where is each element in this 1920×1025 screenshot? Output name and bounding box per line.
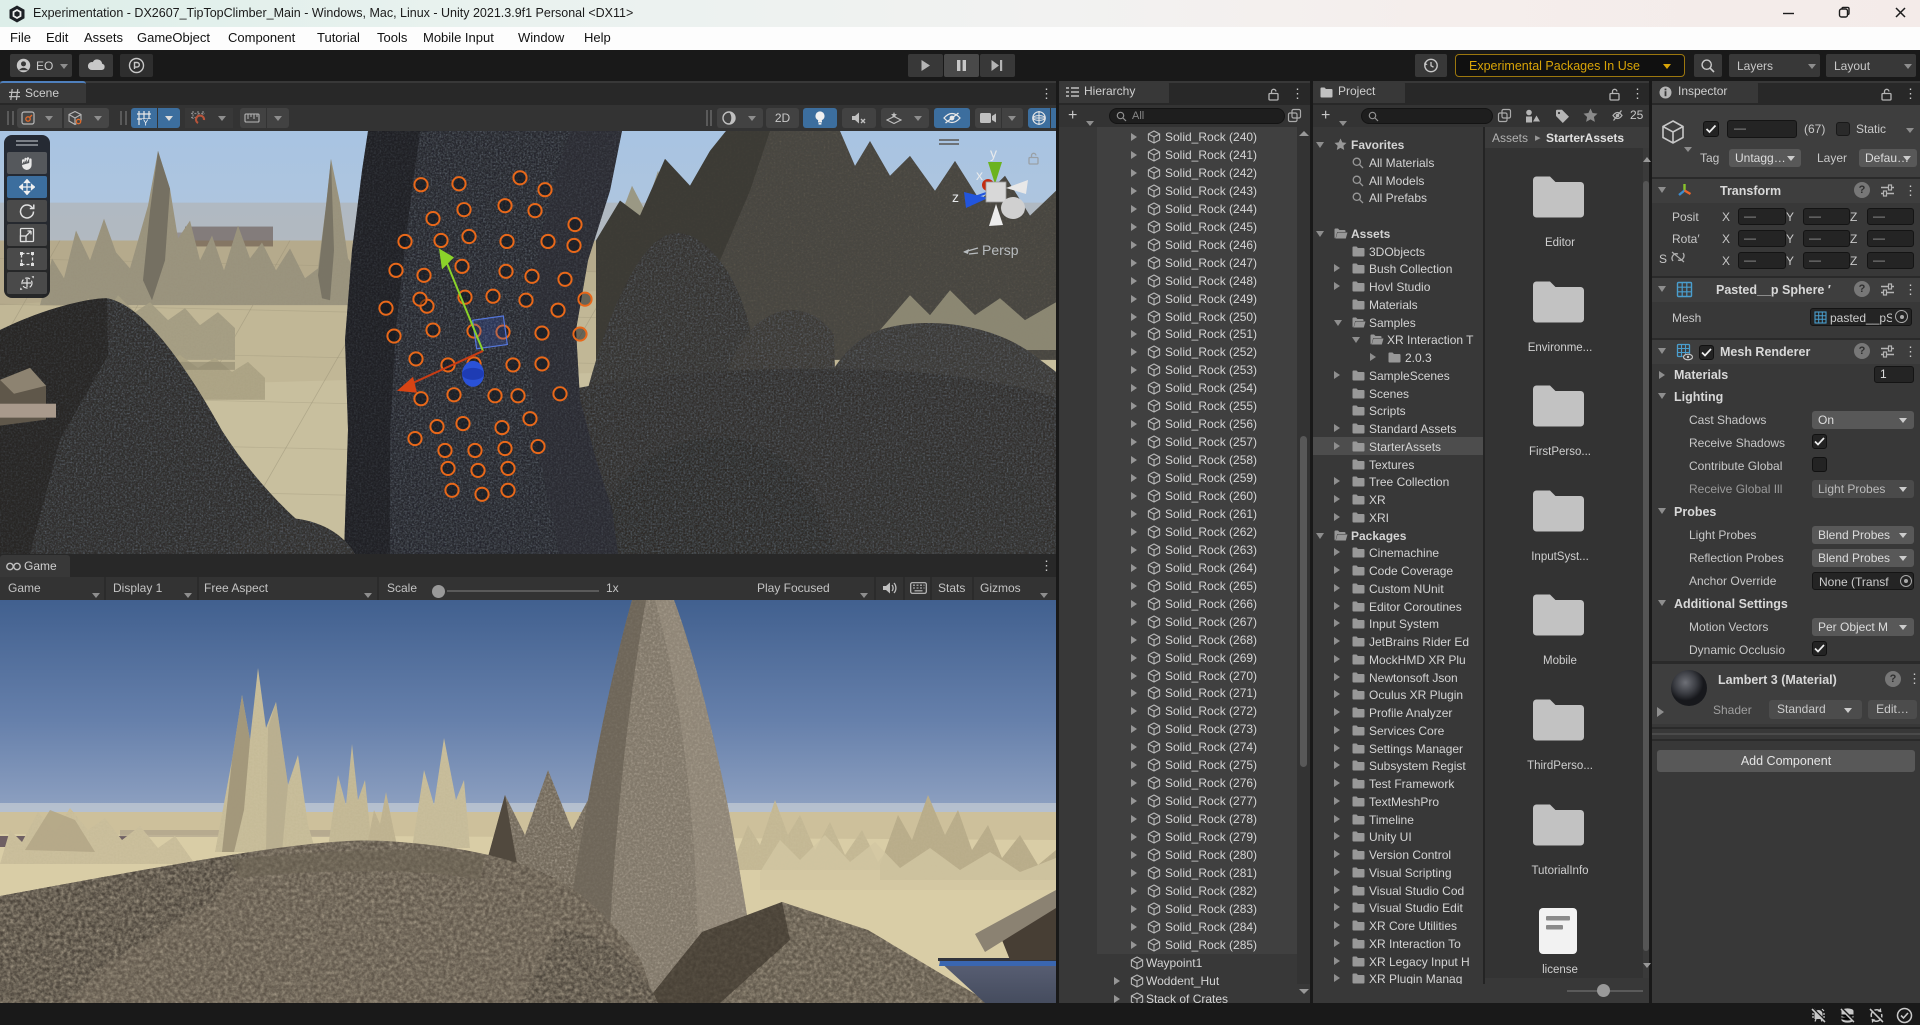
svg-text:z: z xyxy=(952,189,959,205)
svg-text:Y: Y xyxy=(143,119,149,127)
svg-text:y: y xyxy=(990,145,997,161)
svg-text:x: x xyxy=(976,167,983,183)
